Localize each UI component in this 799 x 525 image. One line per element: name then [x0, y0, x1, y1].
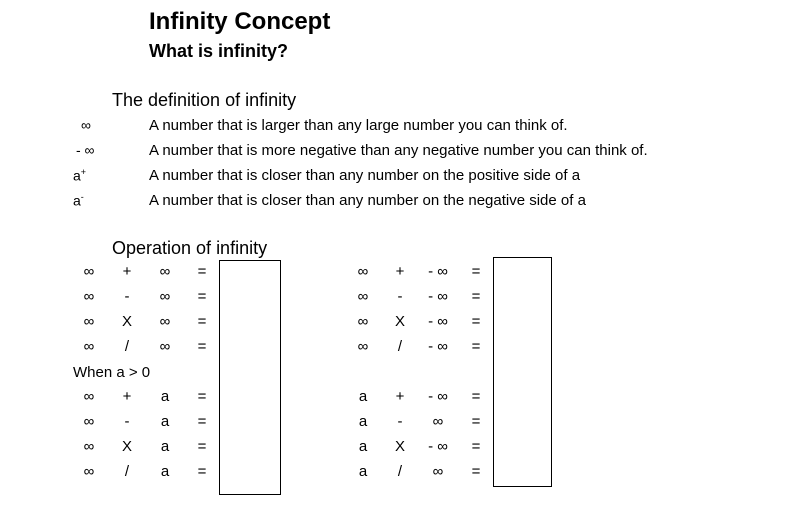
equals-sign: = — [197, 413, 207, 430]
operand-a: ∞ — [357, 263, 369, 280]
operand-b: ∞ — [159, 313, 171, 330]
operator: X — [394, 438, 405, 455]
operand-b: - ∞ — [428, 313, 448, 330]
right-answer-box[interactable] — [493, 257, 552, 487]
operand-b: ∞ — [159, 338, 171, 355]
operand-b: a — [160, 413, 170, 430]
operand-a: ∞ — [83, 313, 95, 330]
operator: / — [397, 338, 403, 355]
operand-a: a — [358, 463, 368, 480]
operand-a: ∞ — [83, 463, 95, 480]
operand-b: - ∞ — [428, 288, 448, 305]
operand-b: ∞ — [432, 463, 444, 480]
equals-sign: = — [197, 388, 207, 405]
operand-a: ∞ — [83, 438, 95, 455]
operand-a: ∞ — [83, 288, 95, 305]
equals-sign: = — [471, 288, 481, 305]
operator: X — [394, 313, 405, 330]
operand-a: a — [358, 438, 368, 455]
operator: - — [397, 288, 403, 305]
operand-b: ∞ — [159, 263, 171, 280]
operand-a: ∞ — [357, 313, 369, 330]
operator: / — [124, 338, 130, 355]
page-subtitle: What is infinity? — [149, 41, 288, 61]
condition-label: When a > 0 — [73, 364, 151, 381]
equals-sign: = — [471, 438, 481, 455]
operand-b: a — [160, 388, 170, 405]
operand-b: - ∞ — [428, 438, 448, 455]
symbol-a-plus: a+ — [73, 167, 87, 184]
equals-sign: = — [197, 288, 207, 305]
operator: - — [124, 413, 130, 430]
operand-a: a — [358, 413, 368, 430]
symbol-infinity: ∞ — [81, 117, 91, 133]
operator: - — [124, 288, 130, 305]
operand-a: ∞ — [357, 288, 369, 305]
operator: + — [122, 388, 132, 405]
equals-sign: = — [471, 313, 481, 330]
operand-b: a — [160, 463, 170, 480]
page-title: Infinity Concept — [149, 8, 331, 35]
equals-sign: = — [471, 463, 481, 480]
equals-sign: = — [471, 338, 481, 355]
operand-a: ∞ — [83, 388, 95, 405]
left-answer-box[interactable] — [219, 260, 281, 495]
operand-b: - ∞ — [428, 338, 448, 355]
operator: - — [397, 413, 403, 430]
equals-sign: = — [197, 338, 207, 355]
operand-b: ∞ — [432, 413, 444, 430]
equals-sign: = — [197, 263, 207, 280]
operator: + — [122, 263, 132, 280]
operand-b: - ∞ — [428, 388, 448, 405]
symbol-negative-infinity: - ∞ — [76, 142, 95, 158]
equals-sign: = — [197, 438, 207, 455]
operations-heading: Operation of infinity — [112, 238, 268, 258]
operand-a: a — [358, 388, 368, 405]
operand-b: a — [160, 438, 170, 455]
operand-a: ∞ — [83, 338, 95, 355]
operator: + — [395, 263, 405, 280]
symbol-a-minus: a- — [73, 192, 84, 209]
operator: X — [121, 313, 132, 330]
equals-sign: = — [471, 263, 481, 280]
definition-text: A number that is closer than any number … — [149, 192, 586, 209]
definition-text: A number that is closer than any number … — [149, 167, 581, 184]
operand-b: - ∞ — [428, 263, 448, 280]
operator: / — [397, 463, 403, 480]
operator: X — [121, 438, 132, 455]
equals-sign: = — [197, 463, 207, 480]
operator: + — [395, 388, 405, 405]
definition-text: A number that is larger than any large n… — [149, 117, 568, 134]
equals-sign: = — [197, 313, 207, 330]
operand-a: ∞ — [357, 338, 369, 355]
definition-heading: The definition of infinity — [112, 90, 297, 110]
operator: / — [124, 463, 130, 480]
equals-sign: = — [471, 388, 481, 405]
operand-a: ∞ — [83, 413, 95, 430]
equals-sign: = — [471, 413, 481, 430]
operand-b: ∞ — [159, 288, 171, 305]
definition-text: A number that is more negative than any … — [149, 142, 648, 159]
operand-a: ∞ — [83, 263, 95, 280]
